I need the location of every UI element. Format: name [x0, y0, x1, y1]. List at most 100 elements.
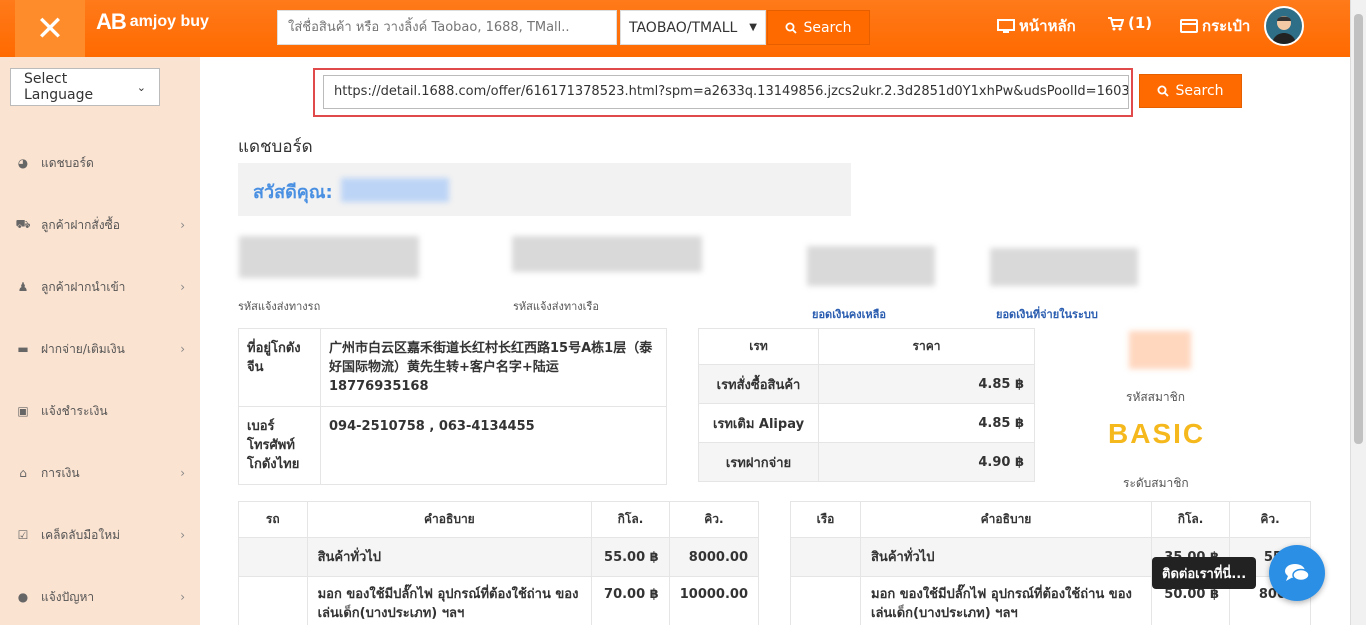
shipping-desc: สินค้าทั่วไป — [860, 537, 1152, 577]
car-code-label: รหัสแจ้งส่งทางรถ — [238, 300, 321, 313]
table-header-row: เรือ คำอธิบาย กิโล. คิว. — [790, 501, 1311, 538]
page-title: แดชบอร์ด — [238, 137, 313, 157]
url-search-button[interactable]: Search — [1139, 74, 1242, 108]
sidebar-item-label: การเงิน — [41, 465, 80, 480]
redacted-car-code — [239, 236, 419, 278]
platform-selected: TAOBAO/TMALL — [629, 19, 738, 36]
china-address-key: ที่อยู่โกดังจีน — [238, 328, 321, 407]
monitor-icon — [997, 18, 1015, 33]
column-header: คิว. — [668, 501, 760, 538]
member-code-label: รหัสสมาชิก — [1126, 390, 1186, 404]
shipping-desc: มอก ของใช้มีปลั๊กไฟ อุปกรณ์ที่ต้องใช้ถ่า… — [306, 576, 593, 625]
language-selected: Select Language — [24, 71, 94, 103]
chevron-right-icon: › — [180, 218, 185, 232]
column-header: เรือ — [790, 501, 861, 538]
sidebar-item-label: ฝากจ่าย/เติมเงิน — [41, 341, 125, 356]
table-cell — [790, 576, 861, 625]
balance-link[interactable]: ยอดเงินคงเหลือ — [812, 305, 886, 323]
money-icon: ▣ — [17, 404, 29, 418]
redacted-username — [341, 178, 449, 202]
paid-link[interactable]: ยอดเงินที่จ่ายในระบบ — [996, 305, 1098, 323]
sidebar-item-label: แจ้งปัญหา — [41, 589, 95, 604]
rate-table: เรท ราคา เรทสั่งซื้อสินค้า 4.85 ฿ เรทเติ… — [698, 328, 1035, 482]
avatar[interactable] — [1264, 6, 1304, 46]
page-scrollbar[interactable] — [1350, 0, 1366, 625]
checkbox-icon: ☑ — [17, 528, 29, 542]
header-search-label: Search — [803, 19, 852, 36]
table-row: สินค้าทั่วไป 55.00 ฿ 8000.00 — [238, 537, 760, 577]
thai-phone-key: เบอร์โทรศัพท์โกดังไทย — [238, 406, 321, 485]
nav-cart-count: (1) — [1128, 14, 1153, 32]
comments-icon: ● — [17, 590, 29, 604]
sidebar-item-dashboard[interactable]: ◕ แดชบอร์ด — [15, 151, 185, 175]
sidebar-item-import[interactable]: ♟ ลูกค้าฝากนำเข้า › — [15, 275, 185, 299]
table-header-row: เรท ราคา — [698, 328, 1035, 365]
chevron-right-icon: › — [180, 466, 185, 480]
chevron-down-icon: ⌄ — [136, 80, 146, 94]
warehouse-address-table: ที่อยู่โกดังจีน 广州市白云区嘉禾街道长红村长红西路15号A栋1层… — [238, 328, 667, 485]
china-address-value: 广州市白云区嘉禾街道长红村长红西路15号A栋1层（泰好国际物流）黄先生转+客户名… — [320, 328, 667, 407]
table-row: เบอร์โทรศัพท์โกดังไทย 094-2510758 , 063-… — [238, 406, 667, 485]
column-header: คิว. — [1229, 501, 1311, 538]
url-search-label: Search — [1175, 83, 1224, 99]
nav-home[interactable]: หน้าหลัก — [997, 14, 1076, 38]
sidebar-item-finance[interactable]: ⌂ การเงิน › — [15, 461, 185, 485]
nav-wallet[interactable]: กระเป๋า — [1180, 14, 1250, 38]
language-select[interactable]: Select Language ⌄ — [10, 68, 160, 106]
column-header: เรท — [698, 328, 819, 365]
rate-price: 4.90 ฿ — [818, 442, 1035, 482]
redacted-member-code — [1129, 331, 1191, 369]
logo[interactable]: AB amjoy buy — [96, 9, 209, 35]
sidebar-item-report[interactable]: ● แจ้งปัญหา › — [15, 585, 185, 609]
column-header: ราคา — [818, 328, 1035, 365]
member-level: BASIC — [1108, 418, 1206, 449]
table-header-row: รถ คำอธิบาย กิโล. คิว. — [238, 501, 760, 538]
close-menu-button[interactable]: ✕ — [15, 0, 85, 57]
product-search-input[interactable] — [277, 10, 617, 45]
column-header: คำอธิบาย — [306, 501, 593, 538]
search-icon — [785, 22, 798, 34]
shipping-kg-price: 70.00 ฿ — [591, 576, 670, 625]
column-header: รถ — [238, 501, 308, 538]
sidebar-item-tips[interactable]: ☑ เคล็ดลับมือใหม่ › — [15, 523, 185, 547]
credit-card-icon: ▬ — [17, 342, 29, 356]
sidebar-item-notify-payment[interactable]: ▣ แจ้งชำระเงิน — [15, 399, 185, 423]
top-header: ✕ AB amjoy buy TAOBAO/TMALL ▼ Search หน้… — [0, 0, 1366, 57]
chat-button[interactable] — [1269, 545, 1325, 601]
rate-name: เรทเติม Alipay — [698, 403, 819, 443]
table-cell — [790, 537, 861, 577]
welcome-text: สวัสดีคุณ: — [253, 182, 333, 203]
nav-wallet-label: กระเป๋า — [1202, 17, 1251, 35]
rate-name: เรทสั่งซื้อสินค้า — [698, 364, 819, 404]
nav-cart[interactable]: (1) — [1107, 14, 1152, 32]
close-icon: ✕ — [35, 8, 65, 49]
platform-select[interactable]: TAOBAO/TMALL ▼ — [620, 10, 766, 45]
sidebar-item-label: แจ้งชำระเงิน — [41, 403, 108, 418]
user-secret-icon: ♟ — [17, 280, 29, 294]
rate-price: 4.85 ฿ — [818, 364, 1035, 404]
chevron-right-icon: › — [180, 528, 185, 542]
chevron-right-icon: › — [180, 280, 185, 294]
pie-chart-icon: ◕ — [17, 156, 29, 170]
column-header: คำอธิบาย — [860, 501, 1152, 538]
chevron-right-icon: › — [180, 342, 185, 356]
rate-price: 4.85 ฿ — [818, 403, 1035, 443]
chevron-down-icon: ▼ — [749, 22, 757, 33]
shipping-kg-price: 55.00 ฿ — [591, 537, 670, 577]
sidebar-item-order[interactable]: ⛟ ลูกค้าฝากสั่งซื้อ › — [15, 213, 185, 237]
redacted-ship-code — [512, 236, 702, 272]
nav-home-label: หน้าหลัก — [1019, 17, 1076, 35]
member-level-label: ระดับสมาชิก — [1123, 476, 1189, 490]
welcome-panel: สวัสดีคุณ: — [238, 163, 851, 216]
sidebar-item-payment[interactable]: ▬ ฝากจ่าย/เติมเงิน › — [15, 337, 185, 361]
header-search-button[interactable]: Search — [767, 10, 870, 45]
shipping-cbm-price: 8000.00 — [668, 537, 760, 577]
shipping-cbm-price: 10000.00 — [668, 576, 760, 625]
scrollbar-thumb[interactable] — [1354, 14, 1363, 444]
redacted-balance — [807, 246, 935, 286]
table-row: มอก ของใช้มีปลั๊กไฟ อุปกรณ์ที่ต้องใช้ถ่า… — [238, 576, 760, 625]
comments-icon — [1285, 564, 1310, 582]
basket-icon: ⛟ — [15, 217, 31, 231]
sidebar: Select Language ⌄ ◕ แดชบอร์ด ⛟ ลูกค้าฝาก… — [0, 57, 200, 625]
url-search-input[interactable]: https://detail.1688.com/offer/6161713785… — [323, 75, 1129, 109]
